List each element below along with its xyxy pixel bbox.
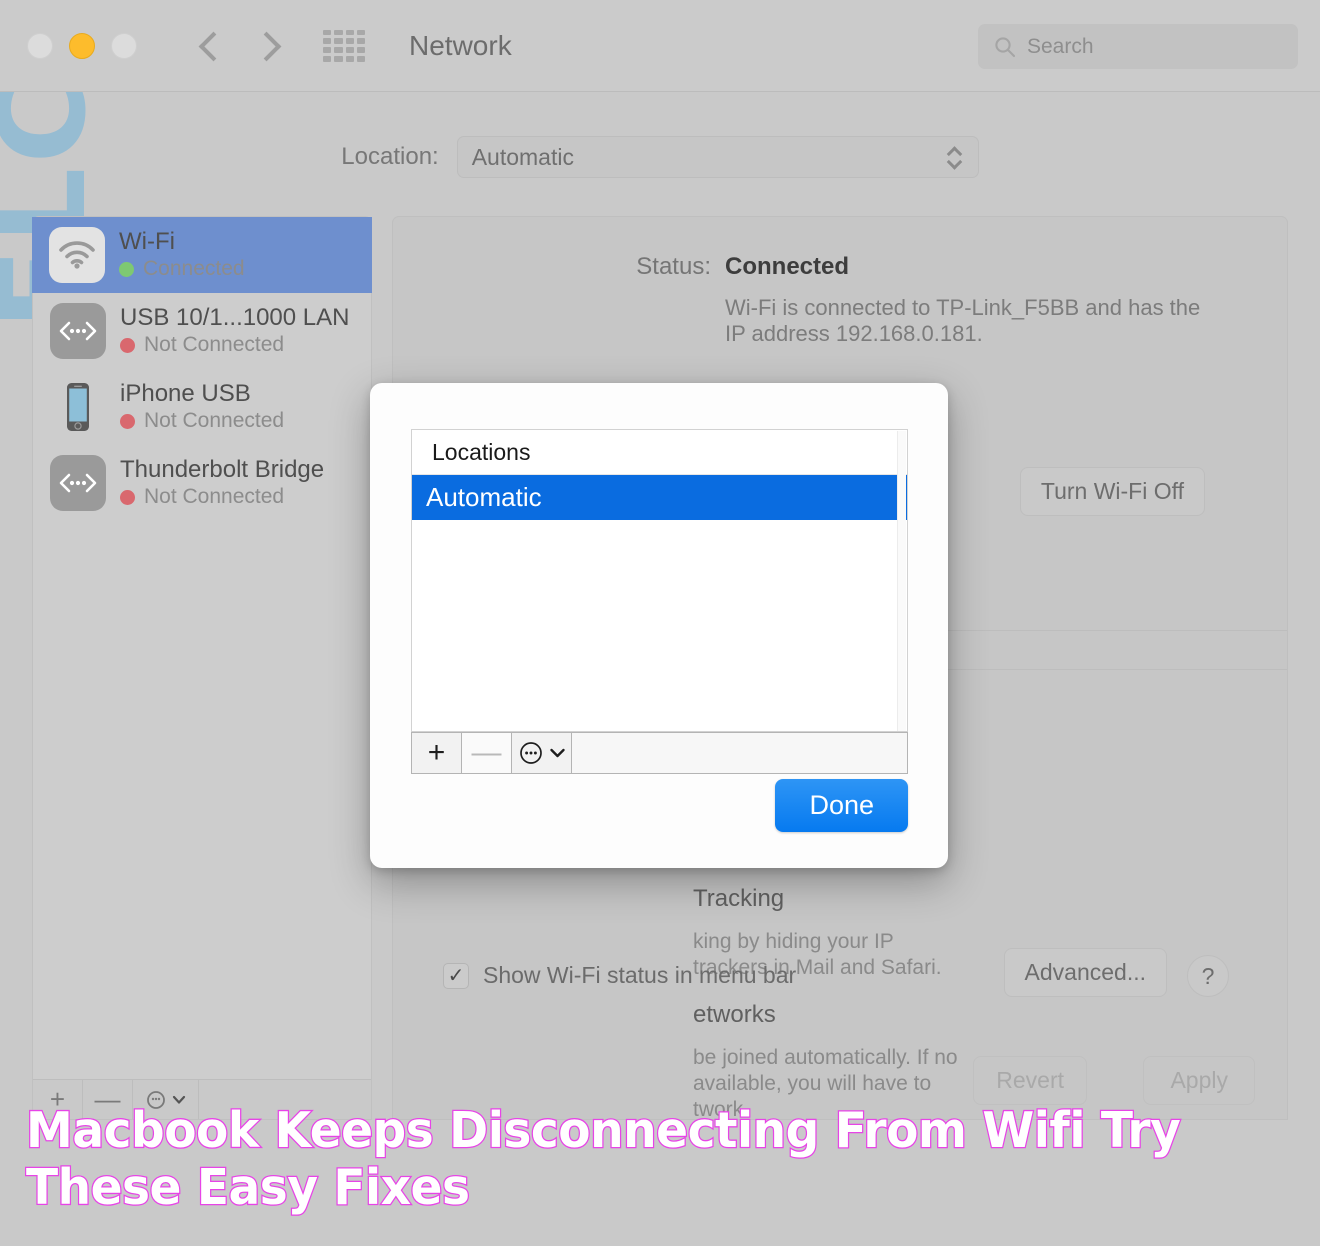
locations-sheet-dialog: Locations Automatic + — Done <box>370 383 948 868</box>
location-select[interactable]: Automatic <box>456 136 979 178</box>
location-actions-menu-button[interactable] <box>512 733 572 773</box>
status-dot-icon <box>120 413 135 429</box>
status-dot-icon <box>119 261 134 277</box>
sidebar-item-wifi[interactable]: Wi-Fi Connected <box>32 217 372 293</box>
help-button[interactable]: ? <box>1187 955 1229 997</box>
location-list-item[interactable]: Automatic <box>412 475 907 520</box>
service-actions-menu-button[interactable] <box>133 1080 199 1119</box>
forward-arrow-icon[interactable] <box>255 28 277 64</box>
done-button[interactable]: Done <box>775 779 908 832</box>
add-location-button[interactable]: + <box>412 733 462 773</box>
window-titlebar: Network Search <box>0 0 1320 92</box>
chevron-down-icon <box>549 748 565 758</box>
network-services-sidebar[interactable]: Wi-Fi Connected USB 10/1...1000 LAN Not … <box>32 216 372 1120</box>
ask-to-join-desc-line2: available, you will have to <box>693 1072 932 1095</box>
zoom-button-icon[interactable] <box>111 32 137 59</box>
status-label: Status: <box>636 253 711 280</box>
sidebar-item-thunderbolt-bridge[interactable]: Thunderbolt Bridge Not Connected <box>33 445 371 521</box>
gear-icon <box>147 1090 165 1109</box>
sidebar-item-label: Thunderbolt Bridge <box>120 455 325 483</box>
show-wifi-status-label: Show Wi-Fi status in menu bar <box>483 962 797 988</box>
wifi-icon <box>49 227 105 283</box>
revert-button[interactable]: Revert <box>973 1056 1087 1105</box>
status-text: Not Connected <box>144 409 285 433</box>
status-dot-icon <box>120 337 135 353</box>
locations-toolbar: + — <box>411 732 908 774</box>
limit-tracking-desc-line1: king by hiding your IP <box>693 930 894 953</box>
status-dot-icon <box>120 489 135 505</box>
sidebar-toolbar: + — <box>33 1079 371 1119</box>
chevron-updown-icon <box>947 148 960 167</box>
apply-button[interactable]: Apply <box>1143 1056 1255 1105</box>
sidebar-toolbar-filler <box>199 1080 371 1119</box>
show-wifi-status-checkbox[interactable]: ✓ <box>443 962 469 989</box>
sidebar-item-status: Connected <box>119 257 245 281</box>
status-value: Connected <box>725 253 850 280</box>
navigation-arrows <box>199 28 277 64</box>
traffic-lights <box>27 32 137 59</box>
page-title: Network <box>409 29 512 61</box>
search-placeholder: Search <box>1027 34 1094 58</box>
chevron-down-icon <box>172 1095 186 1104</box>
remove-location-button: — <box>462 733 512 773</box>
overlay-caption-line2: These Easy Fixes <box>25 1158 471 1218</box>
sidebar-item-iphone-usb[interactable]: iPhone USB Not Connected <box>33 369 371 445</box>
circle-ellipsis-icon <box>519 742 542 764</box>
show-all-grid-icon[interactable] <box>323 29 365 62</box>
sidebar-item-label: iPhone USB <box>120 379 251 407</box>
limit-tracking-row-label: Tracking <box>693 885 785 912</box>
ethernet-icon <box>50 303 106 359</box>
remove-service-button[interactable]: — <box>83 1080 133 1119</box>
close-button-icon[interactable] <box>27 32 53 59</box>
sidebar-item-label: Wi-Fi <box>119 227 175 255</box>
location-selected-value: Automatic <box>471 143 574 170</box>
locations-toolbar-filler <box>572 733 907 773</box>
back-arrow-icon[interactable] <box>199 28 221 64</box>
status-description: Wi-Fi is connected to TP-Link_F5BB and h… <box>725 295 1201 347</box>
search-icon <box>995 36 1016 57</box>
status-text: Connected <box>143 257 245 281</box>
sidebar-item-status: Not Connected <box>120 485 324 509</box>
locations-list-header: Locations <box>412 430 907 475</box>
location-row: Location: Automatic <box>0 136 1320 178</box>
advanced-button[interactable]: Advanced... <box>1003 948 1167 997</box>
locations-listbox[interactable]: Locations Automatic <box>411 429 908 732</box>
iphone-icon <box>50 379 106 435</box>
sidebar-item-usb-lan[interactable]: USB 10/1...1000 LAN Not Connected <box>33 293 371 369</box>
status-text: Not Connected <box>144 485 285 509</box>
ask-to-join-row-label: etworks <box>693 1001 776 1028</box>
ask-to-join-desc-line3: twork. <box>693 1098 750 1120</box>
show-wifi-status-row[interactable]: ✓ Show Wi-Fi status in menu bar <box>443 962 796 989</box>
search-input[interactable]: Search <box>978 24 1298 69</box>
ethernet-icon <box>50 455 106 511</box>
status-text: Not Connected <box>144 333 285 357</box>
location-label: Location: <box>341 143 439 170</box>
locations-list-scrollbar[interactable] <box>897 431 906 731</box>
ask-to-join-desc-line1: be joined automatically. If no <box>693 1046 958 1069</box>
sidebar-item-status: Not Connected <box>120 333 349 357</box>
minimize-button-icon[interactable] <box>69 32 95 59</box>
sidebar-item-label: USB 10/1...1000 LAN <box>120 303 350 331</box>
status-row: Status: Connected <box>393 217 1287 281</box>
sidebar-item-status: Not Connected <box>120 409 284 433</box>
turn-wifi-off-button[interactable]: Turn Wi-Fi Off <box>1019 467 1205 516</box>
add-service-button[interactable]: + <box>33 1080 83 1119</box>
